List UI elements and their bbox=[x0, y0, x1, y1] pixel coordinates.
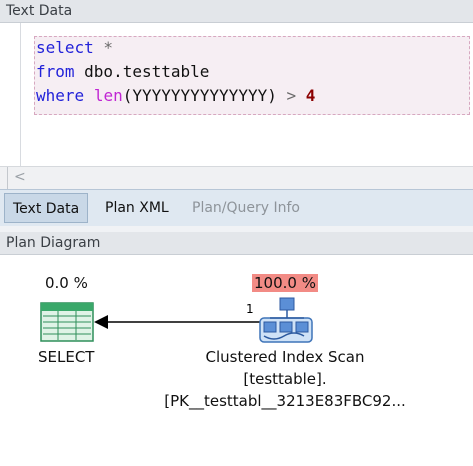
text-data-title: Text Data bbox=[6, 3, 73, 19]
code-token: * bbox=[93, 38, 114, 57]
code-token: from bbox=[36, 62, 75, 81]
code-line: from dbo.testtable bbox=[36, 60, 209, 84]
code-token: (YYYYYYYYYYYYYY) bbox=[122, 86, 277, 105]
select-icon[interactable] bbox=[40, 302, 94, 342]
code-token: len bbox=[93, 86, 123, 105]
scan-label-line-3: [PK__testtabl__3213E83FBC92... bbox=[164, 392, 406, 410]
code-line: select * bbox=[36, 36, 113, 60]
scan-label-line-1: Clustered Index Scan bbox=[205, 348, 365, 366]
sql-editor[interactable]: select * from dbo.testtable where len(YY… bbox=[0, 23, 473, 189]
tab-text-data[interactable]: Text Data bbox=[4, 193, 89, 223]
editor-horizontal-scrollbar[interactable]: < bbox=[0, 166, 473, 189]
edge-row-count: 1 bbox=[246, 302, 254, 316]
code-token: where bbox=[36, 86, 85, 105]
code-line: where len(YYYYYYYYYYYYYY) > 4 bbox=[36, 84, 315, 108]
scroll-left-icon[interactable]: < bbox=[14, 169, 26, 185]
clustered-index-scan-icon[interactable] bbox=[258, 296, 314, 344]
select-cost: 0.0 % bbox=[45, 274, 88, 292]
code-token: 4 bbox=[305, 86, 316, 105]
scan-cost: 100.0 % bbox=[252, 274, 318, 292]
plan-diagram-title: Plan Diagram bbox=[6, 235, 101, 251]
plan-diagram-header: Plan Diagram bbox=[0, 232, 473, 255]
text-data-header: Text Data bbox=[0, 0, 473, 23]
edge-arrow bbox=[94, 315, 260, 329]
code-token: select bbox=[36, 38, 94, 57]
scan-label-line-2: [testtable]. bbox=[243, 370, 327, 388]
scroll-divider bbox=[7, 167, 8, 189]
tab-plan-xml[interactable]: Plan XML bbox=[97, 193, 177, 223]
tab-plan-query-info: Plan/Query Info bbox=[192, 200, 300, 216]
code-token: > bbox=[276, 86, 306, 105]
select-label: SELECT bbox=[38, 348, 95, 366]
details-tab-bar: Text Data Plan XML Plan/Query Info bbox=[0, 189, 473, 227]
plan-diagram-canvas: 0.0 % SELECT 1 100.0 % Clustered Index S… bbox=[0, 256, 473, 466]
editor-gutter bbox=[20, 23, 21, 189]
code-token: dbo.testtable bbox=[74, 62, 210, 81]
